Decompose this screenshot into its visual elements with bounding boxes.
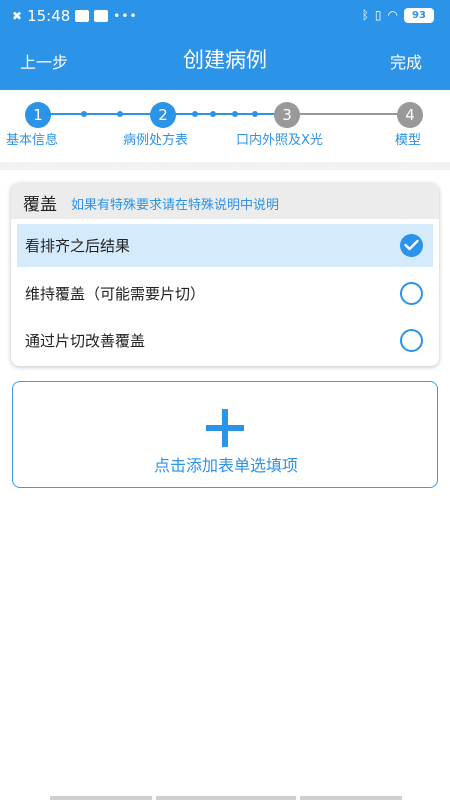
mail-icon — [75, 10, 90, 22]
card-title: 覆盖 — [23, 195, 57, 215]
progress-dot — [252, 111, 258, 117]
option-label: 看排齐之后结果 — [25, 237, 131, 255]
progress-dot — [192, 111, 198, 117]
radio-empty-icon[interactable] — [400, 329, 423, 352]
progress-line-pending — [300, 113, 410, 115]
option-item-2[interactable]: 维持覆盖（可能需要片切） — [17, 272, 433, 315]
page-title: 创建病例 — [183, 48, 267, 72]
step-2-label: 病例处方表 — [123, 133, 189, 148]
status-time: 15:48 — [27, 7, 71, 25]
card-header: 覆盖 如果有特殊要求请在特殊说明中说明 — [11, 183, 439, 219]
status-more: ••• — [113, 9, 138, 23]
cloud-icon — [94, 10, 109, 22]
battery-indicator: 93 — [404, 7, 434, 23]
step-progress: 1 2 3 4 基本信息 病例处方表 口内外照及X光 模型 — [0, 92, 450, 152]
step-4-circle[interactable]: 4 — [397, 102, 423, 128]
app-header: ✖ 15:48 ••• ᛒ ▯ ◠ 93 上一步 创建病例 完成 — [0, 0, 450, 90]
radio-empty-icon[interactable] — [400, 282, 423, 305]
add-form-item-label: 点击添加表单选填项 — [153, 456, 298, 475]
add-form-item-button[interactable]: 点击添加表单选填项 — [12, 381, 438, 488]
done-button[interactable]: 完成 — [390, 49, 422, 73]
step-1-circle[interactable]: 1 — [25, 102, 51, 128]
wifi-icon: ◠ — [387, 8, 398, 22]
gesture-bar — [156, 796, 296, 800]
progress-dot — [117, 111, 123, 117]
plus-icon — [206, 409, 244, 447]
status-bar: ✖ 15:48 ••• ᛒ ▯ ◠ 93 — [0, 0, 450, 32]
bluetooth-icon: ᛒ — [361, 8, 369, 22]
option-item-1[interactable]: 看排齐之后结果 — [17, 224, 433, 267]
progress-dot — [232, 111, 238, 117]
progress-dot — [81, 111, 87, 117]
gesture-bar — [50, 796, 152, 800]
notification-x-icon: ✖ — [12, 9, 23, 23]
step-3-circle[interactable]: 3 — [274, 102, 300, 128]
gesture-bar — [300, 796, 402, 800]
check-icon[interactable] — [400, 234, 423, 257]
option-item-3[interactable]: 通过片切改善覆盖 — [17, 319, 433, 362]
option-label: 维持覆盖（可能需要片切） — [25, 285, 206, 303]
step-1-label: 基本信息 — [6, 133, 59, 148]
section-divider — [0, 162, 450, 170]
overbite-option-card: 覆盖 如果有特殊要求请在特殊说明中说明 看排齐之后结果 维持覆盖（可能需要片切）… — [11, 183, 439, 366]
step-3-label: 口内外照及X光 — [236, 133, 323, 148]
card-hint: 如果有特殊要求请在特殊说明中说明 — [71, 198, 280, 213]
vibrate-icon: ▯ — [374, 8, 382, 22]
step-4-label: 模型 — [395, 133, 422, 148]
progress-dot — [210, 111, 216, 117]
step-2-circle[interactable]: 2 — [150, 102, 176, 128]
option-label: 通过片切改善覆盖 — [25, 332, 146, 350]
